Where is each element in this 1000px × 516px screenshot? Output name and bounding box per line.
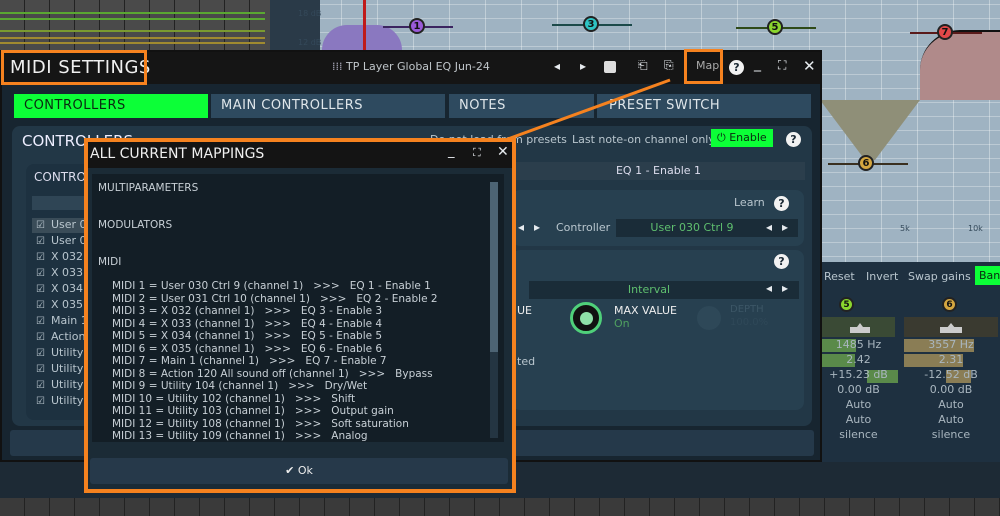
midi-mapping-row: MIDI 3 = X 032 (channel 1) >>> EQ 3 - En… (112, 305, 383, 317)
scrollbar-thumb[interactable] (490, 182, 498, 352)
midi-mapping-row: MIDI 1 = User 030 Ctrl 9 (channel 1) >>>… (112, 280, 431, 292)
dialog-title: ALL CURRENT MAPPINGS (90, 146, 265, 162)
midi-mapping-row: MIDI 2 = User 031 Ctrl 10 (channel 1) >>… (112, 292, 438, 305)
ok-label: Ok (297, 464, 313, 477)
midi-mapping-row: MIDI 11 = Utility 103 (channel 1) >>> Ou… (112, 405, 394, 417)
maximize-icon[interactable]: ⛶ (473, 146, 481, 160)
minimize-icon[interactable]: _ (448, 144, 455, 159)
midi-mapping-row: MIDI 4 = X 033 (channel 1) >>> EQ 4 - En… (112, 317, 383, 330)
midi-mapping-row: MIDI 5 = X 034 (channel 1) >>> EQ 5 - En… (112, 330, 383, 342)
midi-mapping-row: MIDI 9 = Utility 104 (channel 1) >>> Dry… (112, 380, 368, 392)
section-midi: MIDI (98, 256, 122, 268)
midi-mapping-row: MIDI 12 = Utility 108 (channel 1) >>> So… (112, 417, 409, 430)
all-current-mappings-dialog: ALL CURRENT MAPPINGS _ ⛶ ✕ MULTIPARAMETE… (84, 138, 516, 493)
midi-mapping-row: MIDI 13 = Utility 109 (channel 1) >>> An… (112, 430, 368, 442)
scrollbar-track[interactable] (490, 182, 498, 438)
midi-mapping-row: MIDI 8 = Action 120 All sound off (chann… (112, 367, 433, 380)
check-icon: ✔ (285, 464, 298, 477)
midi-mapping-row: MIDI 7 = Main 1 (channel 1) >>> EQ 7 - E… (112, 355, 387, 367)
ok-button[interactable]: ✔ Ok (90, 458, 508, 484)
section-multiparameters: MULTIPARAMETERS (98, 182, 199, 194)
section-modulators: MODULATORS (98, 219, 173, 231)
mappings-list: MULTIPARAMETERS MODULATORS MIDI MIDI 1 =… (92, 174, 504, 442)
close-icon[interactable]: ✕ (497, 144, 509, 160)
midi-mapping-row: MIDI 6 = X 035 (channel 1) >>> EQ 6 - En… (112, 342, 383, 355)
midi-mapping-row: MIDI 10 = Utility 102 (channel 1) >>> Sh… (112, 392, 356, 405)
dialog-title-bar: ALL CURRENT MAPPINGS _ ⛶ ✕ (88, 142, 512, 168)
